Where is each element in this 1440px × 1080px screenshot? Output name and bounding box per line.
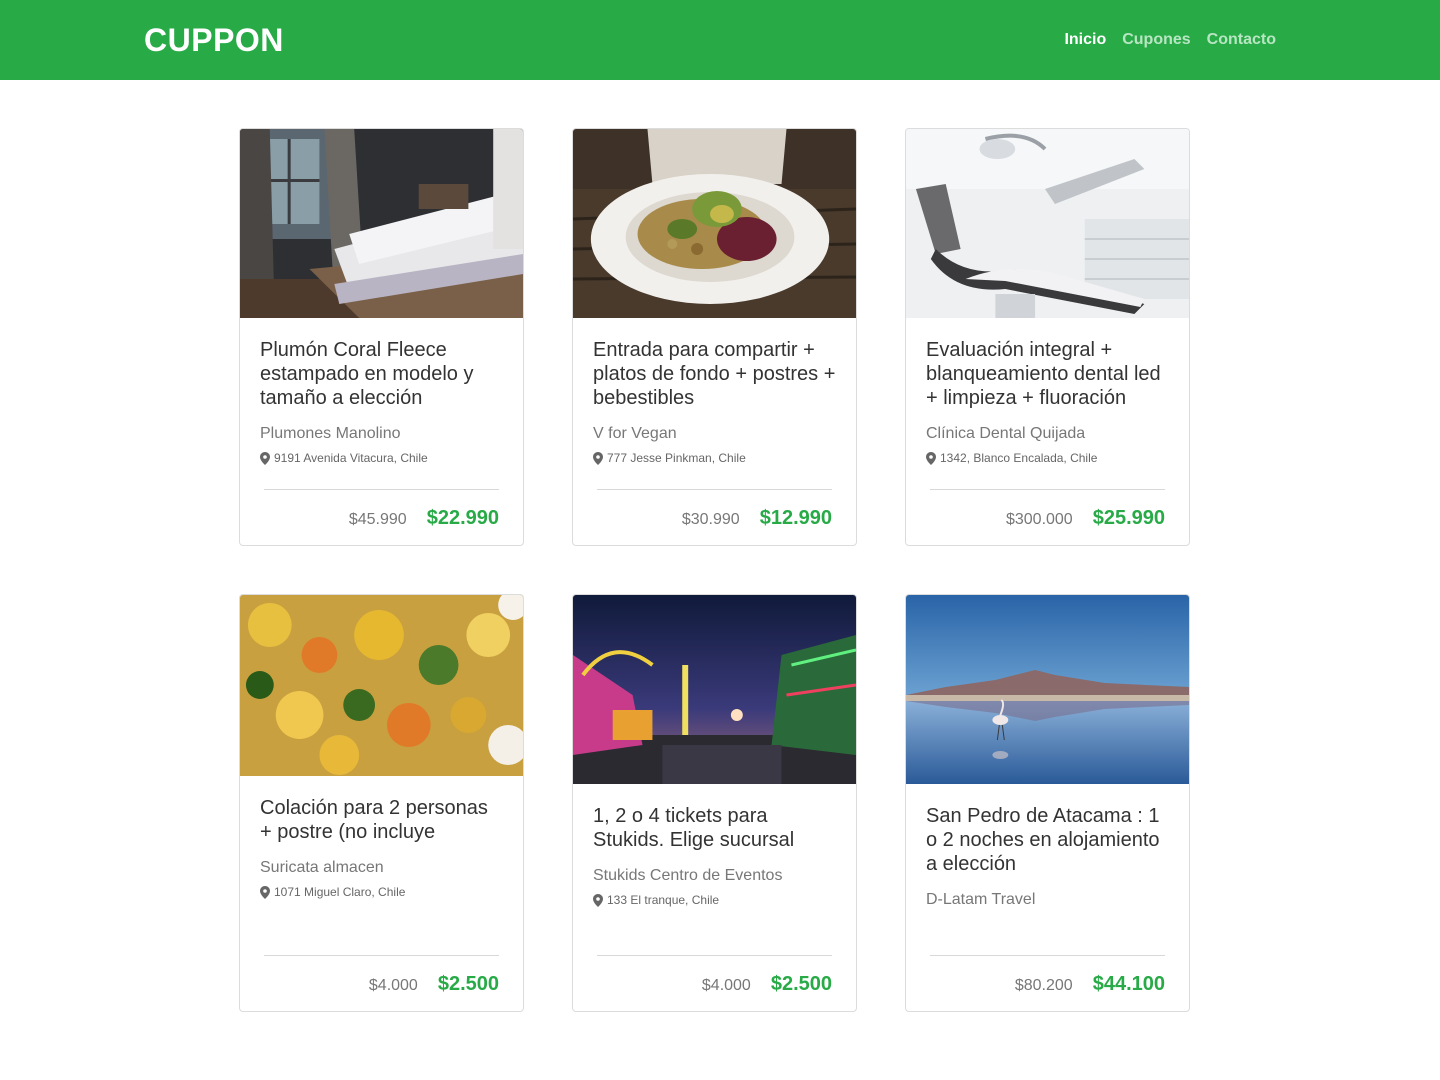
discount-price: $44.100: [1092, 973, 1165, 995]
original-price: $4.000: [701, 977, 751, 994]
deal-image[interactable]: [573, 129, 856, 318]
nav-inicio[interactable]: Inicio: [1064, 28, 1106, 52]
deal-address: 9191 Avenida Vitacura, Chile: [260, 450, 503, 466]
merchant-name: V for Vegan: [593, 425, 677, 442]
nav-cupones[interactable]: Cupones: [1122, 28, 1190, 52]
bedroom-photo: [240, 129, 523, 318]
price-row: $4.000 $2.500: [702, 973, 832, 996]
card-divider: [930, 955, 1165, 956]
deal-card[interactable]: Evaluación integral + blanqueamiento den…: [905, 128, 1190, 546]
card-divider: [930, 489, 1165, 490]
main-nav: Inicio Cupones Contacto: [1064, 28, 1276, 52]
discount-price: $2.500: [437, 973, 499, 995]
deal-title[interactable]: Entrada para compartir + platos de fondo…: [593, 338, 836, 410]
atacama-flamingo-photo: [906, 595, 1189, 784]
deal-address: 1071 Miguel Claro, Chile: [260, 884, 503, 900]
deal-image[interactable]: [573, 595, 856, 784]
address-text: 777 Jesse Pinkman, Chile: [607, 451, 746, 465]
discount-price: $12.990: [759, 507, 832, 529]
deal-image[interactable]: [906, 129, 1189, 318]
original-price: $80.200: [1014, 977, 1073, 994]
deal-card[interactable]: Entrada para compartir + platos de fondo…: [572, 128, 857, 546]
card-divider: [264, 955, 499, 956]
dental-chair-photo: [906, 129, 1189, 318]
address-text: 1071 Miguel Claro, Chile: [274, 885, 406, 899]
price-row: $30.990 $12.990: [682, 507, 832, 530]
map-marker-icon: [260, 451, 270, 465]
fairground-night-photo: [573, 595, 856, 784]
deal-address: 777 Jesse Pinkman, Chile: [593, 450, 836, 466]
merchant-name: D-Latam Travel: [926, 891, 1036, 908]
deal-card[interactable]: Plumón Coral Fleece estampado en modelo …: [239, 128, 524, 546]
merchant-name: Stukids Centro de Eventos: [593, 867, 783, 884]
card-divider: [597, 489, 832, 490]
deal-card[interactable]: San Pedro de Atacama : 1 o 2 noches en a…: [905, 594, 1190, 1012]
deal-title[interactable]: San Pedro de Atacama : 1 o 2 noches en a…: [926, 804, 1169, 876]
price-row: $4.000 $2.500: [369, 973, 499, 996]
price-row: $80.200 $44.100: [1015, 973, 1165, 996]
card-divider: [597, 955, 832, 956]
map-marker-icon: [260, 885, 270, 899]
deal-title[interactable]: 1, 2 o 4 tickets para Stukids. Elige suc…: [593, 804, 836, 852]
discount-price: $2.500: [770, 973, 832, 995]
price-row: $45.990 $22.990: [349, 507, 499, 530]
deal-image[interactable]: [240, 129, 523, 318]
deal-card[interactable]: Colación para 2 personas + postre (no in…: [239, 594, 524, 1012]
merchant-name: Plumones Manolino: [260, 425, 401, 442]
discount-price: $22.990: [426, 507, 499, 529]
deal-title[interactable]: Plumón Coral Fleece estampado en modelo …: [260, 338, 503, 410]
deal-address: 133 El tranque, Chile: [593, 892, 836, 908]
original-price: $30.990: [681, 511, 740, 528]
address-text: 9191 Avenida Vitacura, Chile: [274, 451, 428, 465]
map-marker-icon: [926, 451, 936, 465]
address-text: 1342, Blanco Encalada, Chile: [940, 451, 1098, 465]
map-marker-icon: [593, 451, 603, 465]
deal-image[interactable]: [240, 595, 523, 776]
address-text: 133 El tranque, Chile: [607, 893, 720, 907]
card-divider: [264, 489, 499, 490]
deal-card[interactable]: 1, 2 o 4 tickets para Stukids. Elige suc…: [572, 594, 857, 1012]
map-marker-icon: [593, 893, 603, 907]
original-price: $4.000: [368, 977, 418, 994]
deal-title[interactable]: Colación para 2 personas + postre (no in…: [260, 796, 503, 844]
deals-grid: Plumón Coral Fleece estampado en modelo …: [239, 128, 1190, 1012]
price-row: $300.000 $25.990: [1006, 507, 1165, 530]
discount-price: $25.990: [1092, 507, 1165, 529]
merchant-name: Suricata almacen: [260, 859, 384, 876]
deal-image[interactable]: [906, 595, 1189, 784]
original-price: $300.000: [1005, 511, 1073, 528]
brand-logo[interactable]: CUPPON: [144, 20, 284, 60]
vegetable-dish-photo: [240, 595, 523, 776]
top-navbar: CUPPON Inicio Cupones Contacto: [0, 0, 1440, 80]
deal-title[interactable]: Evaluación integral + blanqueamiento den…: [926, 338, 1169, 410]
deal-address: 1342, Blanco Encalada, Chile: [926, 450, 1169, 466]
nav-contacto[interactable]: Contacto: [1207, 28, 1276, 52]
merchant-name: Clínica Dental Quijada: [926, 425, 1086, 442]
original-price: $45.990: [348, 511, 407, 528]
vegan-food-photo: [573, 129, 856, 318]
